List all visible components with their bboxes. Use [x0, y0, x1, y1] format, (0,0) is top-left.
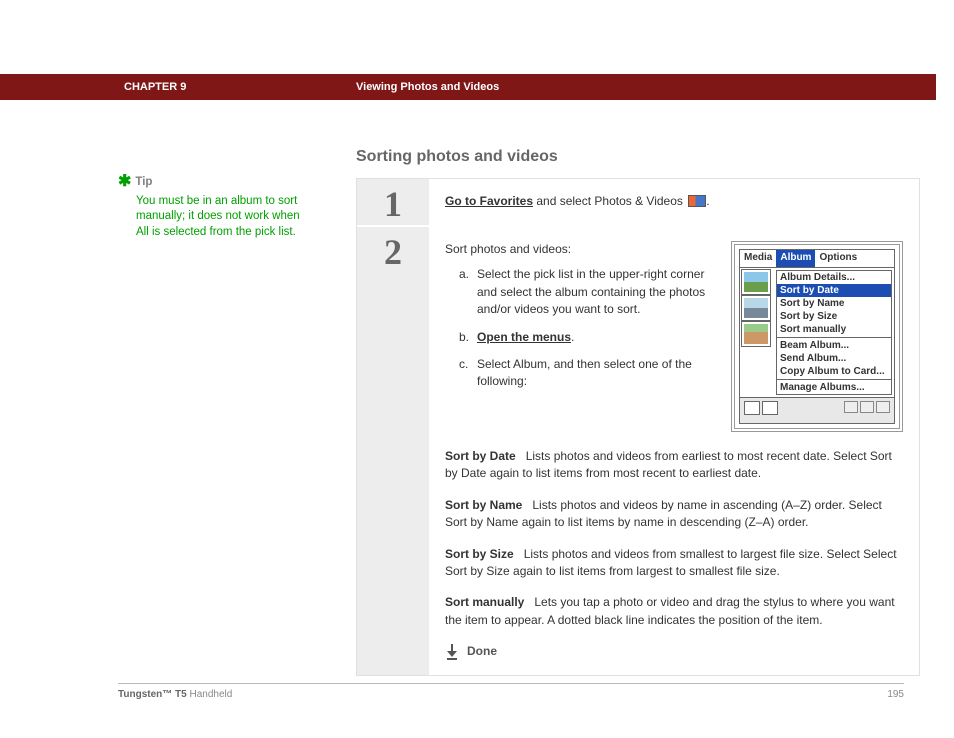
menu-item-sortname: Sort by Name	[777, 297, 891, 310]
device-footer-icon	[876, 401, 890, 413]
device-footer-icon	[860, 401, 874, 413]
step-2-c: Select Album, and then select one of the…	[477, 356, 717, 391]
device-footer-btn	[762, 401, 778, 415]
step-1: 1 Go to Favorites and select Photos & Vi…	[357, 179, 919, 227]
device-tab-album: Album	[776, 250, 815, 267]
step-2-content: Sort photos and videos: a.Select the pic…	[429, 227, 919, 675]
step-number: 2	[357, 227, 429, 675]
chapter-title: Viewing Photos and Videos	[356, 81, 499, 93]
tip-body: You must be in an album to sort manually…	[136, 194, 308, 241]
menu-item-beam: Beam Album...	[777, 339, 891, 352]
def-sortdate-term: Sort by Date	[445, 449, 516, 463]
done-arrow-icon	[445, 644, 459, 660]
tip-star-icon: ✱	[118, 173, 131, 190]
menu-item-sortsize: Sort by Size	[777, 310, 891, 323]
menu-item-manage: Manage Albums...	[777, 381, 891, 394]
device-tabs: Media Album Options	[740, 250, 894, 268]
menu-item-sortdate: Sort by Date	[777, 284, 891, 297]
menu-item-copy: Copy Album to Card...	[777, 365, 891, 378]
photos-videos-icon	[688, 195, 706, 207]
step-1-text: and select Photos & Videos	[533, 194, 686, 208]
done-row: Done	[445, 643, 903, 660]
menu-item-sortman: Sort manually	[777, 323, 891, 336]
page-footer: Tungsten™ T5 Handheld 195	[118, 683, 904, 700]
sidebar-tip: ✱ Tip You must be in an album to sort man…	[118, 170, 308, 240]
steps-box: 1 Go to Favorites and select Photos & Vi…	[356, 178, 920, 676]
step-number: 1	[357, 179, 429, 225]
device-thumbnails	[740, 268, 774, 397]
thumbnail	[742, 322, 770, 346]
device-footer-btn	[744, 401, 760, 415]
step-2-intro: Sort photos and videos:	[445, 241, 717, 258]
menu-item-send: Send Album...	[777, 352, 891, 365]
favorites-link[interactable]: Go to Favorites	[445, 194, 533, 208]
header-bar: CHAPTER 9 Viewing Photos and Videos	[0, 74, 936, 100]
product-name: Tungsten™ T5	[118, 689, 187, 700]
done-label: Done	[467, 643, 497, 660]
thumbnail	[742, 270, 770, 294]
device-screenshot: Media Album Options	[731, 241, 903, 432]
main-content: Sorting photos and videos 1 Go to Favori…	[356, 148, 920, 676]
device-footer	[740, 397, 894, 424]
page-number: 195	[887, 689, 904, 700]
device-footer-icon	[844, 401, 858, 413]
step-1-content: Go to Favorites and select Photos & Vide…	[429, 179, 919, 225]
device-menu: Album Details... Sort by Date Sort by Na…	[776, 270, 892, 395]
def-sortname-term: Sort by Name	[445, 498, 522, 512]
def-sortman-term: Sort manually	[445, 595, 524, 609]
open-menus-link[interactable]: Open the menus	[477, 330, 571, 344]
def-sortsize-term: Sort by Size	[445, 547, 514, 561]
thumbnail	[742, 296, 770, 320]
tip-label: Tip	[135, 176, 152, 188]
device-tab-options: Options	[815, 250, 861, 267]
section-heading: Sorting photos and videos	[356, 148, 920, 166]
menu-item-details: Album Details...	[777, 271, 891, 284]
step-2: 2 Sort photos and videos: a.Select the p…	[357, 227, 919, 675]
step-2-a: Select the pick list in the upper-right …	[477, 266, 717, 318]
sort-definitions: Sort by DateLists photos and videos from…	[445, 448, 903, 629]
product-type: Handheld	[187, 689, 233, 700]
chapter-label: CHAPTER 9	[124, 81, 186, 93]
device-tab-media: Media	[740, 250, 776, 267]
